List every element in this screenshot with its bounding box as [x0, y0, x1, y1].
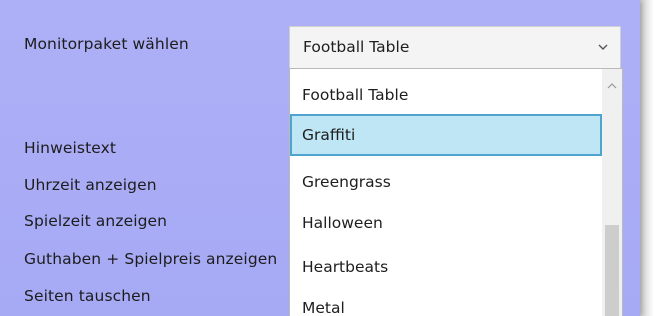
chevron-up-icon[interactable]	[607, 75, 617, 89]
option-greengrass[interactable]: Greengrass	[290, 161, 602, 203]
option-label: Football Table	[302, 86, 409, 104]
option-metal[interactable]: Metal	[290, 287, 602, 316]
monitor-package-select[interactable]: Football Table	[289, 26, 621, 68]
show-time-label: Uhrzeit anzeigen	[24, 176, 157, 194]
swap-sides-label: Seiten tauschen	[24, 287, 151, 305]
settings-panel: Monitorpaket wählen Hinweistext Uhrzeit …	[0, 0, 640, 316]
option-heartbeats[interactable]: Heartbeats	[290, 246, 602, 288]
dropdown-scrollbar[interactable]	[602, 69, 622, 316]
option-label: Heartbeats	[302, 258, 389, 276]
option-graffiti[interactable]: Graffiti	[290, 114, 602, 156]
hint-text-label: Hinweistext	[24, 139, 117, 157]
option-label: Halloween	[302, 214, 383, 232]
option-football-table[interactable]: Football Table	[290, 74, 602, 116]
show-playtime-label: Spielzeit anzeigen	[24, 212, 168, 230]
chevron-down-icon[interactable]	[598, 40, 608, 54]
window-edge-shadow	[640, 0, 654, 316]
monitor-package-dropdown-list: Football Table Graffiti Greengrass Hallo…	[289, 68, 623, 316]
option-label: Metal	[302, 299, 345, 316]
option-label: Greengrass	[302, 173, 391, 191]
scrollbar-thumb[interactable]	[605, 225, 619, 316]
monitor-package-selected-value: Football Table	[303, 38, 410, 56]
option-halloween[interactable]: Halloween	[290, 202, 602, 244]
option-label: Graffiti	[302, 126, 356, 144]
show-credit-price-label: Guthaben + Spielpreis anzeigen	[24, 250, 278, 268]
monitor-package-label: Monitorpaket wählen	[24, 35, 189, 53]
